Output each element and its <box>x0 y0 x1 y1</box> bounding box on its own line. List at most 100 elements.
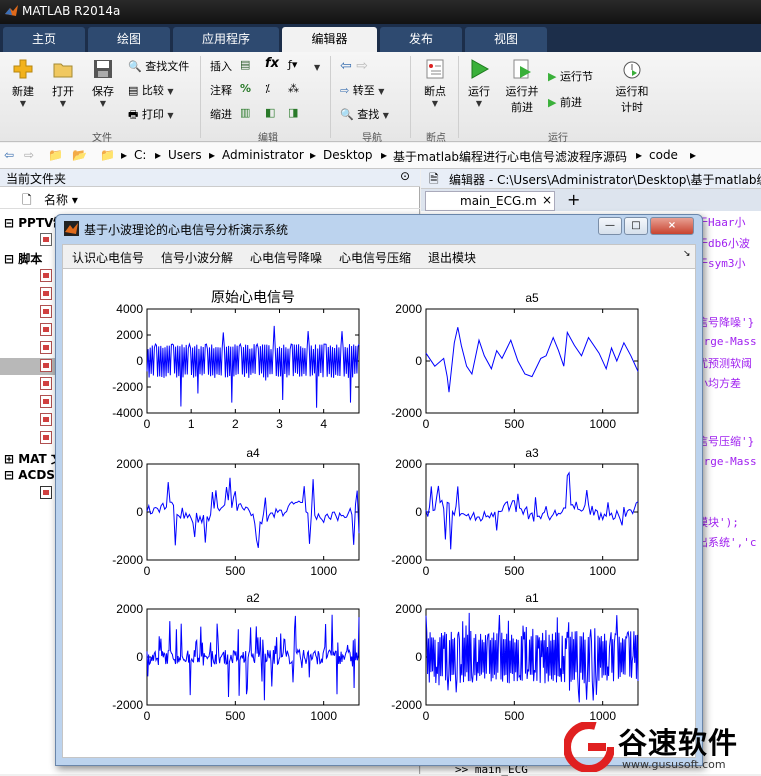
breadcrumb-project[interactable]: 基于matlab编程进行心电信号滤波程序源码 <box>393 148 627 165</box>
menu-ecg-denoise[interactable]: 心电信号降噪 <box>250 249 322 266</box>
x-tick-label: 500 <box>504 709 524 723</box>
m-file-icon[interactable] <box>40 323 52 336</box>
insert-button[interactable]: 插入 <box>210 58 232 74</box>
new-button[interactable]: 新建 ▼ <box>6 58 40 108</box>
up-folder-icon[interactable]: 📁 <box>48 148 63 162</box>
m-file-icon[interactable] <box>40 359 52 372</box>
x-tick-label: 0 <box>144 417 151 431</box>
code-line: irge-Mass <box>697 455 757 468</box>
insert-section-icon[interactable]: ▤ <box>240 58 250 71</box>
m-file-icon[interactable] <box>40 287 52 300</box>
comment-percent-icon[interactable]: % <box>240 82 251 95</box>
matlab-logo-icon <box>5 5 18 16</box>
y-tick-label: 2000 <box>395 457 422 471</box>
compare-button[interactable]: ▤ 比较 ▼ <box>128 82 174 98</box>
watermark-brand: 谷速软件 <box>618 726 739 760</box>
file-list-header: 🗋 名称 ▾ <box>0 189 420 209</box>
uncomment-icon[interactable]: ⁒ <box>265 82 270 95</box>
breadcrumb-code[interactable]: code <box>649 148 678 162</box>
close-tab-icon[interactable]: × <box>542 193 552 207</box>
folder-group-acds[interactable]: ⊟ ACDS <box>4 468 55 482</box>
smart-indent-icon[interactable]: ▥ <box>240 106 250 119</box>
run-section-button[interactable]: ▶ 运行节 <box>548 68 593 84</box>
indent-button[interactable]: 缩进 <box>210 106 232 122</box>
figure-axes-area: 原始心电信号 0 1 2 3 4 4000 2000 0 -2000 -4000 a5 0 500 1000… <box>62 268 696 758</box>
m-file-icon[interactable] <box>40 431 52 444</box>
m-file-icon[interactable] <box>40 341 52 354</box>
y-tick-label: 0 <box>136 505 143 519</box>
path-sep: ▸ <box>690 148 697 162</box>
m-file-icon[interactable] <box>40 413 52 426</box>
back-icon[interactable]: ⇦ <box>4 148 14 162</box>
current-folder-header: 当前文件夹 ⊙ <box>0 169 420 187</box>
breakpoints-button[interactable]: 断点 ▼ <box>418 58 452 108</box>
increase-indent-icon[interactable]: ◨ <box>288 106 298 119</box>
tab-publish[interactable]: 发布 <box>380 27 462 52</box>
close-button[interactable]: × <box>650 217 694 235</box>
divider <box>200 56 201 138</box>
insert-function-icon[interactable]: ƒ▾ <box>288 58 297 71</box>
minimize-button[interactable]: — <box>598 217 622 235</box>
back-arrow-icon[interactable]: ⇦ ⇨ <box>340 58 368 74</box>
browse-folder-icon[interactable]: 📂 <box>72 148 87 162</box>
name-column-header[interactable]: 名称 ▾ <box>44 191 78 208</box>
run-button[interactable]: 运行 ▼ <box>462 58 496 108</box>
edit-more-dropdown[interactable]: ▼ <box>314 60 320 73</box>
tab-editor[interactable]: 编辑器 <box>282 27 377 52</box>
y-tick-label: 4000 <box>116 302 143 316</box>
m-file-icon[interactable] <box>40 395 52 408</box>
menu-exit-module[interactable]: 退出模块 <box>428 249 476 266</box>
code-line: 于db6小波 <box>697 237 750 250</box>
menu-ecg-compress[interactable]: 心电信号压缩 <box>339 249 411 266</box>
run-play-icon <box>471 59 490 79</box>
m-file-icon[interactable] <box>40 377 52 390</box>
png-file-icon[interactable] <box>40 486 52 499</box>
menu-dock-icon[interactable]: ↘ <box>683 249 691 259</box>
wrap-comment-icon[interactable]: ⁂ <box>288 82 299 95</box>
breadcrumb-desktop[interactable]: Desktop <box>323 148 373 162</box>
save-button[interactable]: 保存 ▼ <box>86 58 120 108</box>
print-button[interactable]: 🖶 打印 ▼ <box>128 106 174 125</box>
open-button[interactable]: 打开 ▼ <box>46 58 80 108</box>
find-files-button[interactable]: 🔍 查找文件 <box>128 58 189 74</box>
printer-icon: 🖶 <box>128 108 139 121</box>
editor-tab-bar: main_ECG.m × + <box>421 189 761 211</box>
tab-apps[interactable]: 应用程序 <box>173 27 279 52</box>
code-line: 出系统','c <box>697 536 757 549</box>
divider <box>330 56 331 138</box>
breadcrumb-c[interactable]: C: <box>134 148 146 162</box>
m-file-icon[interactable] <box>40 269 52 282</box>
tab-main-ecg[interactable]: main_ECG.m × <box>425 191 555 211</box>
maximize-button[interactable]: □ <box>624 217 648 235</box>
new-tab-button[interactable]: + <box>567 190 580 209</box>
menu-wavelet-decompose[interactable]: 信号小波分解 <box>161 249 233 266</box>
find-button[interactable]: 🔍 查找 ▼ <box>340 106 389 122</box>
tab-plots[interactable]: 绘图 <box>88 27 170 52</box>
x-tick-label: 0 <box>423 709 430 723</box>
goto-button[interactable]: ⇨ 转至 ▼ <box>340 82 384 98</box>
run-and-time-button[interactable]: 运行和 计时 <box>612 58 652 115</box>
file-icon[interactable] <box>40 233 52 246</box>
tab-view[interactable]: 视图 <box>465 27 547 52</box>
y-tick-label: 2000 <box>116 328 143 342</box>
y-tick-label: -2000 <box>391 698 422 712</box>
breadcrumb-administrator[interactable]: Administrator <box>222 148 304 162</box>
panel-options-icon[interactable]: ⊙ <box>400 169 410 183</box>
tab-home[interactable]: 主页 <box>3 27 85 52</box>
fx-button[interactable]: fx <box>265 56 279 71</box>
forward-icon[interactable]: ⇨ <box>24 148 34 162</box>
run-and-advance-button[interactable]: 运行并 前进 <box>500 58 544 115</box>
figure-menu-bar: 认识心电信号 信号小波分解 心电信号降噪 心电信号压缩 退出模块 ↘ <box>62 244 696 268</box>
decrease-indent-icon[interactable]: ◧ <box>265 106 275 119</box>
y-tick-label: 2000 <box>395 302 422 316</box>
breadcrumb-users[interactable]: Users <box>168 148 202 162</box>
folder-group-scripts[interactable]: ⊟ 脚本 <box>4 250 42 267</box>
x-tick-label: 0 <box>144 709 151 723</box>
m-file-icon[interactable] <box>40 305 52 318</box>
comment-button[interactable]: 注释 <box>210 82 232 98</box>
plot-title: a2 <box>246 591 260 605</box>
code-line: 模块'); <box>697 516 739 529</box>
matlab-logo-icon <box>64 221 79 236</box>
menu-ecg-intro[interactable]: 认识心电信号 <box>72 249 144 266</box>
advance-button[interactable]: ▶ 前进 <box>548 94 582 110</box>
